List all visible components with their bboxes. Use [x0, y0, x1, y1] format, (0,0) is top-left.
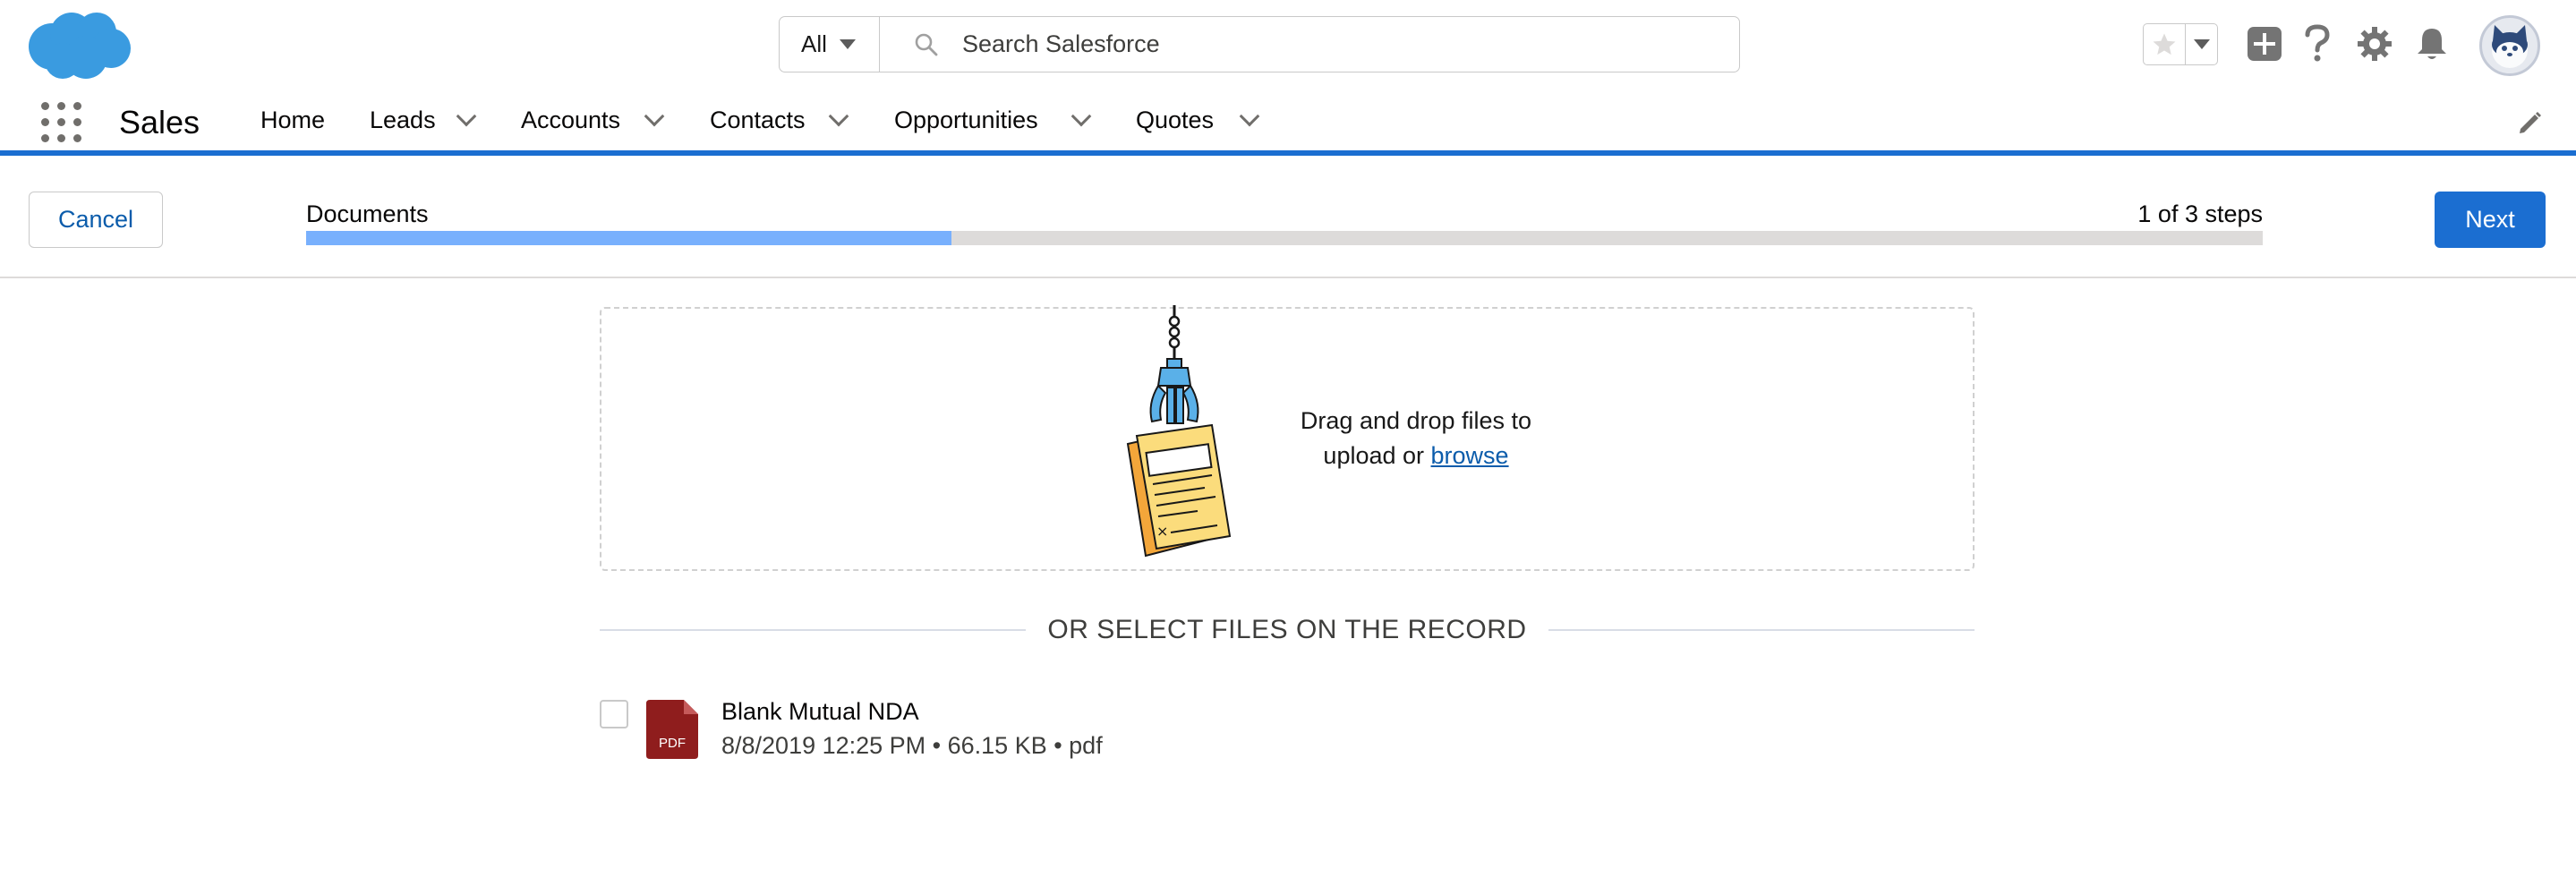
step-title: Documents	[306, 200, 429, 227]
favorites-group	[2143, 23, 2218, 65]
divider-label: OR SELECT FILES ON THE RECORD	[1047, 615, 1527, 644]
bell-icon	[2418, 29, 2446, 59]
divider-line	[1548, 629, 1975, 631]
file-name[interactable]: Blank Mutual NDA	[721, 698, 919, 726]
chevron-down-icon	[2193, 39, 2210, 49]
app-launcher-icon[interactable]	[41, 102, 82, 143]
search-input[interactable]	[962, 30, 1678, 58]
search-icon	[915, 33, 938, 55]
user-avatar-icon	[2492, 25, 2528, 68]
pdf-file-icon: PDF	[646, 700, 698, 759]
progress-fill	[306, 231, 952, 245]
or-divider: OR SELECT FILES ON THE RECORD	[600, 614, 1975, 646]
search-scope-label: All	[801, 30, 827, 57]
nav-opportunities-menu-button[interactable]	[1063, 89, 1099, 150]
step-count: 1 of 3 steps	[2137, 200, 2263, 227]
favorites-menu-button[interactable]	[2186, 24, 2217, 64]
notifications-button[interactable]	[2410, 21, 2454, 66]
divider-line	[600, 629, 1027, 631]
avatar[interactable]	[2479, 15, 2540, 76]
plus-icon	[2248, 27, 2282, 61]
chevron-down-icon	[1070, 106, 1092, 127]
salesforce-cloud-logo[interactable]	[25, 7, 132, 82]
search-field	[880, 17, 1739, 72]
favorites-star-button[interactable]	[2144, 24, 2186, 64]
nav-item-contacts[interactable]: Contacts	[710, 89, 806, 150]
file-list-item: PDF Blank Mutual NDA 8/8/2019 12:25 PM •…	[600, 696, 1975, 768]
app-name: Sales	[119, 104, 200, 141]
dropzone-text-line2: upload or	[1323, 442, 1425, 469]
global-search: All	[779, 16, 1740, 72]
nav-item-quotes[interactable]: Quotes	[1136, 89, 1214, 150]
chevron-down-icon	[456, 106, 477, 127]
browse-link[interactable]: browse	[1431, 442, 1509, 469]
global-header: All	[0, 0, 2576, 89]
wizard-step-bar: Cancel Documents 1 of 3 steps Next	[0, 161, 2576, 278]
nav-item-opportunities[interactable]: Opportunities	[894, 89, 1038, 150]
question-icon	[2305, 24, 2330, 62]
pdf-icon-label: PDF	[659, 736, 686, 751]
global-actions-button[interactable]	[2242, 21, 2287, 66]
dropzone-text-line1: Drag and drop files to	[1300, 407, 1532, 434]
nav-item-home[interactable]: Home	[260, 89, 325, 150]
progress-bar	[306, 231, 2263, 245]
claw-document-illustration: ×	[1126, 305, 1232, 558]
chevron-down-icon	[828, 106, 849, 127]
nav-item-accounts[interactable]: Accounts	[521, 89, 620, 150]
next-button[interactable]: Next	[2435, 192, 2546, 248]
star-icon	[2153, 33, 2176, 55]
nav-quotes-menu-button[interactable]	[1232, 89, 1267, 150]
file-meta: 8/8/2019 12:25 PM • 66.15 KB • pdf	[721, 732, 1103, 759]
nav-leads-menu-button[interactable]	[448, 89, 484, 150]
svg-text:×: ×	[1156, 523, 1168, 540]
file-select-checkbox[interactable]	[600, 700, 628, 728]
cancel-button[interactable]: Cancel	[29, 192, 163, 248]
nav-contacts-menu-button[interactable]	[821, 89, 857, 150]
nav-item-leads[interactable]: Leads	[370, 89, 436, 150]
file-dropzone[interactable]: × Drag and drop files to upload or brows…	[600, 305, 1975, 571]
search-scope-dropdown[interactable]: All	[780, 17, 880, 72]
setup-button[interactable]	[2352, 21, 2397, 66]
gear-icon	[2358, 27, 2392, 61]
chevron-down-icon	[644, 106, 665, 127]
chevron-down-icon	[1239, 106, 1260, 127]
help-button[interactable]	[2295, 21, 2340, 66]
app-navigation-bar: Sales Home Leads Accounts Contacts Oppor…	[0, 89, 2576, 156]
edit-nav-pencil-icon[interactable]	[2517, 109, 2544, 136]
nav-accounts-menu-button[interactable]	[636, 89, 672, 150]
caret-down-icon	[839, 39, 856, 49]
dropzone-instructions: Drag and drop files to upload or browse	[1282, 404, 1550, 473]
